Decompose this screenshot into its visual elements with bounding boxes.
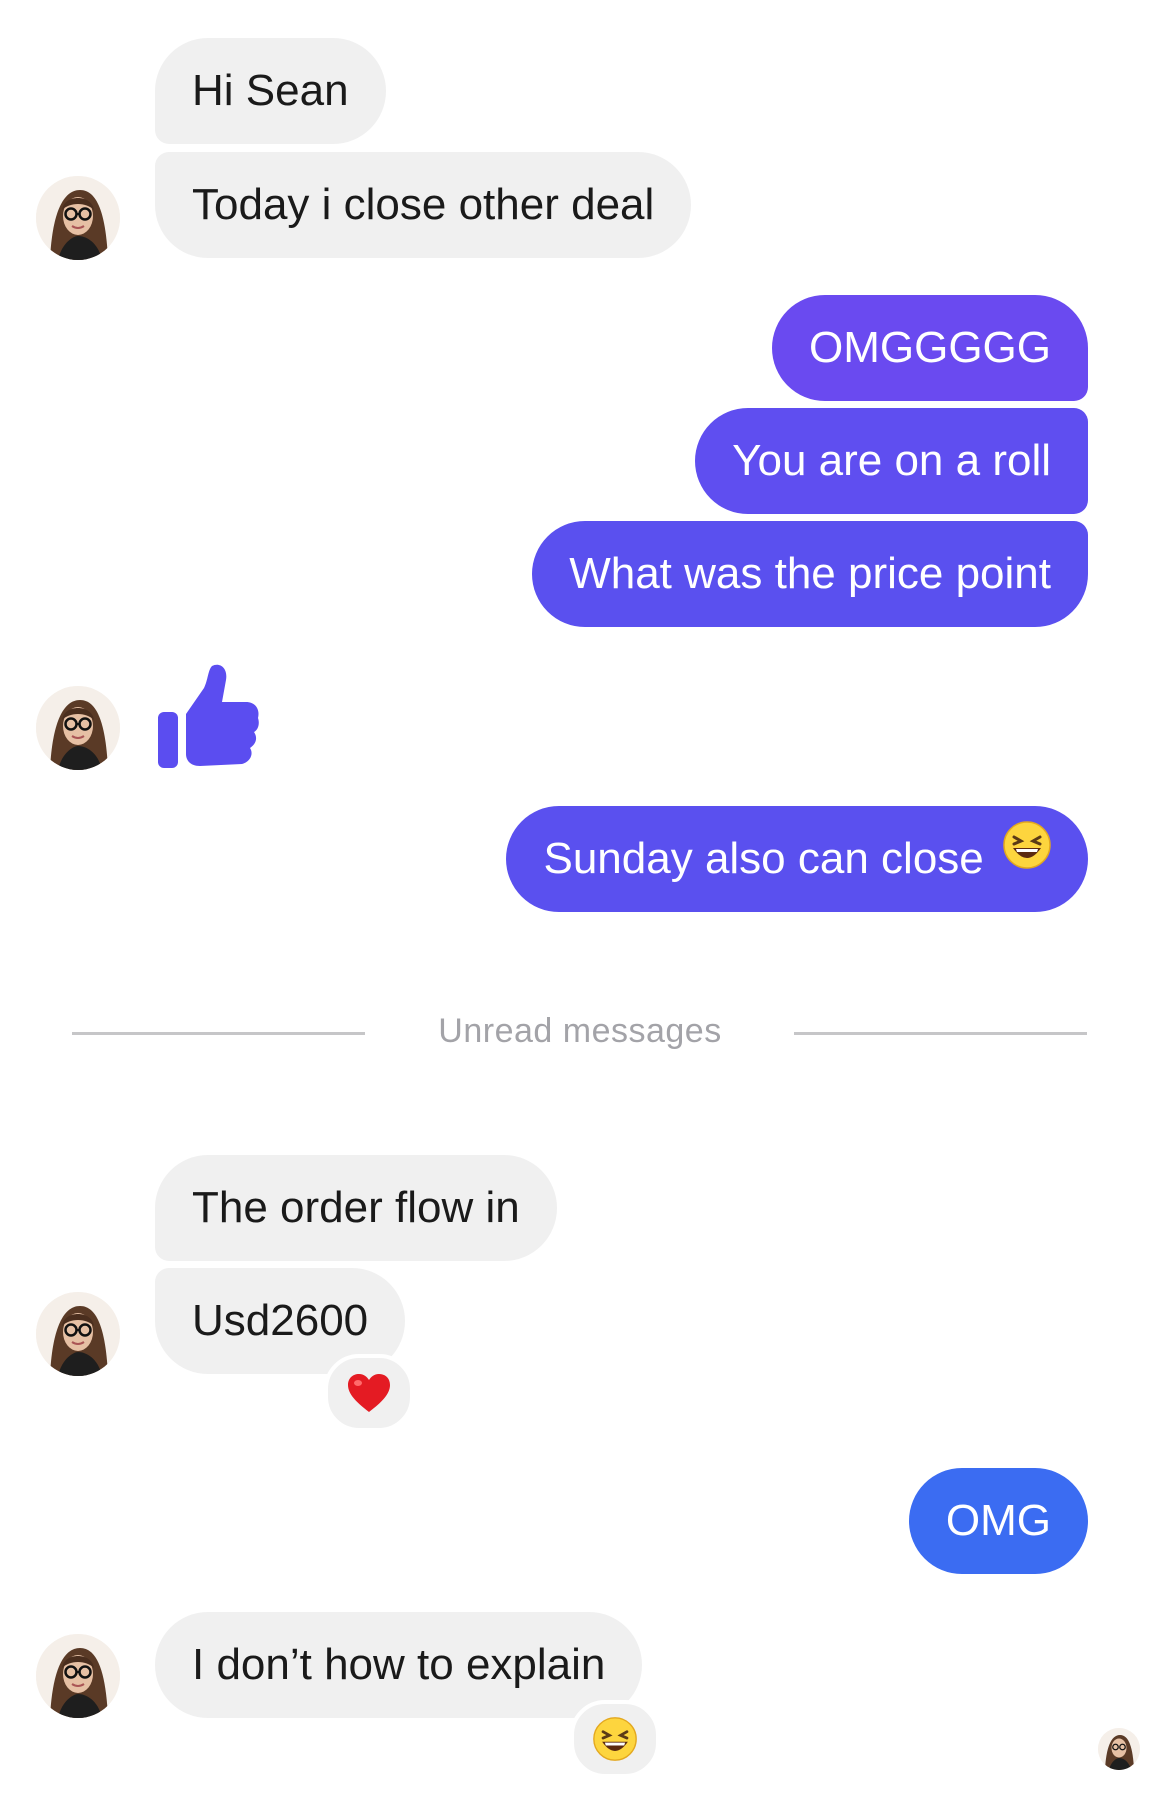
message-reaction[interactable] [324,1354,414,1432]
contact-avatar[interactable] [36,1292,120,1376]
outgoing-message[interactable]: OMG [908,1468,1088,1574]
outgoing-message[interactable]: OMGGGGG [772,295,1088,401]
read-receipt-avatar [1098,1728,1140,1770]
message-text: OMG [945,1496,1051,1545]
laughing-emoji-icon [1002,803,1052,909]
message-text: The order flow in [192,1183,520,1232]
avatar-image [36,686,120,770]
laughing-emoji-icon [593,1717,637,1761]
message-text: OMGGGGG [809,323,1051,372]
message-text: I don’t how to explain [192,1640,606,1689]
message-text: You are on a roll [732,436,1051,485]
message-text: Usd2600 [192,1296,369,1345]
message-reaction[interactable] [570,1700,660,1778]
incoming-message[interactable]: Today i close other deal [155,152,692,258]
message-text: Hi Sean [192,66,349,115]
outgoing-message[interactable]: You are on a roll [695,408,1088,514]
outgoing-message[interactable]: Sunday also can close [506,806,1088,912]
avatar-image [36,1634,120,1718]
outgoing-message[interactable]: What was the price point [532,521,1088,627]
message-text: What was the price point [569,549,1051,598]
thumbs-up-icon[interactable] [156,662,262,770]
message-text: Today i close other deal [192,180,655,229]
incoming-message[interactable]: I don’t how to explain [155,1612,643,1718]
contact-avatar[interactable] [36,1634,120,1718]
contact-avatar[interactable] [36,176,120,260]
avatar-image [1098,1728,1140,1770]
message-text: Sunday also can close [543,834,984,883]
divider-line-right [794,1032,1087,1035]
incoming-message[interactable]: Hi Sean [155,38,386,144]
heart-emoji-icon [348,1374,390,1412]
avatar-image [36,176,120,260]
avatar-image [36,1292,120,1376]
incoming-message[interactable]: The order flow in [155,1155,557,1261]
contact-avatar[interactable] [36,686,120,770]
